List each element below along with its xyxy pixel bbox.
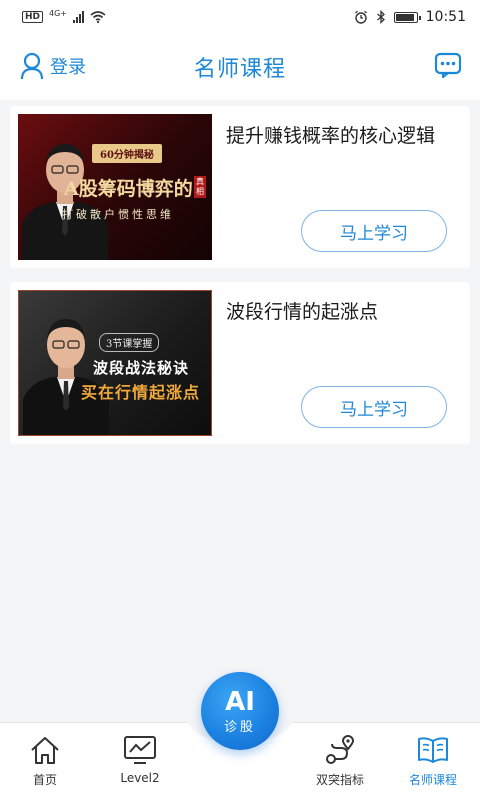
thumbnail-headline: 波段战法秘诀 bbox=[93, 359, 190, 377]
course-title[interactable]: 提升赚钱概率的核心逻辑 bbox=[226, 122, 458, 150]
nav-item-home[interactable]: 首页 bbox=[0, 723, 90, 800]
ai-button-label: AI bbox=[225, 686, 255, 717]
nav-label: 双突指标 bbox=[315, 773, 364, 787]
thumbnail-badge: 3节课掌握 bbox=[99, 333, 160, 352]
nav-item-courses[interactable]: 名师课程 bbox=[388, 723, 478, 800]
user-icon bbox=[20, 52, 44, 80]
status-left: HD 4G+ bbox=[22, 8, 106, 23]
start-learning-button[interactable]: 马上学习 bbox=[301, 210, 447, 252]
status-right: 10:51 bbox=[354, 9, 466, 25]
start-learning-button[interactable]: 马上学习 bbox=[301, 386, 447, 428]
message-button[interactable] bbox=[434, 51, 462, 83]
thumbnail-headline: A股筹码博弈的 bbox=[64, 178, 193, 200]
alarm-icon bbox=[354, 10, 367, 24]
course-card[interactable]: 60分钟揭秘 A股筹码博弈的 真相 打破散户惯性思维 提升赚钱概率的核心逻辑 马… bbox=[10, 106, 470, 268]
route-icon bbox=[326, 735, 355, 764]
network-type: 4G+ bbox=[49, 8, 68, 18]
bluetooth-icon bbox=[376, 10, 385, 24]
signal-icon bbox=[73, 11, 85, 23]
monitor-chart-icon bbox=[124, 736, 156, 764]
nav-label: Level2 bbox=[120, 771, 160, 785]
book-icon bbox=[418, 737, 448, 763]
wifi-icon bbox=[90, 11, 106, 23]
login-button[interactable]: 登录 bbox=[20, 52, 86, 80]
nav-item-signals[interactable]: 双突指标 bbox=[295, 723, 385, 800]
app-header: 登录 名师课程 bbox=[0, 34, 480, 100]
course-title[interactable]: 波段行情的起涨点 bbox=[226, 298, 458, 326]
thumbnail-subline: 打破散户惯性思维 bbox=[62, 208, 174, 221]
nav-label: 首页 bbox=[32, 773, 57, 787]
hd-badge: HD bbox=[22, 11, 44, 23]
course-card[interactable]: 3节课掌握 波段战法秘诀 买在行情起涨点 波段行情的起涨点 马上学习 bbox=[10, 282, 470, 444]
clock: 10:51 bbox=[425, 9, 466, 25]
course-list: 60分钟揭秘 A股筹码博弈的 真相 打破散户惯性思维 提升赚钱概率的核心逻辑 马… bbox=[10, 106, 470, 458]
thumbnail-subline: 买在行情起涨点 bbox=[81, 383, 201, 402]
course-thumbnail[interactable]: 60分钟揭秘 A股筹码博弈的 真相 打破散户惯性思维 bbox=[18, 114, 212, 260]
nav-label: 名师课程 bbox=[408, 773, 457, 787]
battery-icon bbox=[393, 11, 421, 23]
thumbnail-tag: 真相 bbox=[194, 176, 206, 198]
page-title: 名师课程 bbox=[193, 57, 286, 82]
nav-item-level2[interactable]: Level2 bbox=[95, 723, 185, 800]
course-thumbnail[interactable]: 3节课掌握 波段战法秘诀 买在行情起涨点 bbox=[18, 290, 212, 436]
thumbnail-badge: 60分钟揭秘 bbox=[92, 144, 162, 163]
home-icon bbox=[31, 737, 59, 764]
chat-bubble-icon bbox=[434, 52, 462, 79]
ai-diagnosis-button[interactable]: AI 诊股 bbox=[201, 672, 279, 750]
login-label: 登录 bbox=[50, 57, 86, 78]
ai-button-sublabel: 诊股 bbox=[223, 719, 256, 735]
status-bar: HD 4G+ 10:51 bbox=[0, 0, 480, 34]
